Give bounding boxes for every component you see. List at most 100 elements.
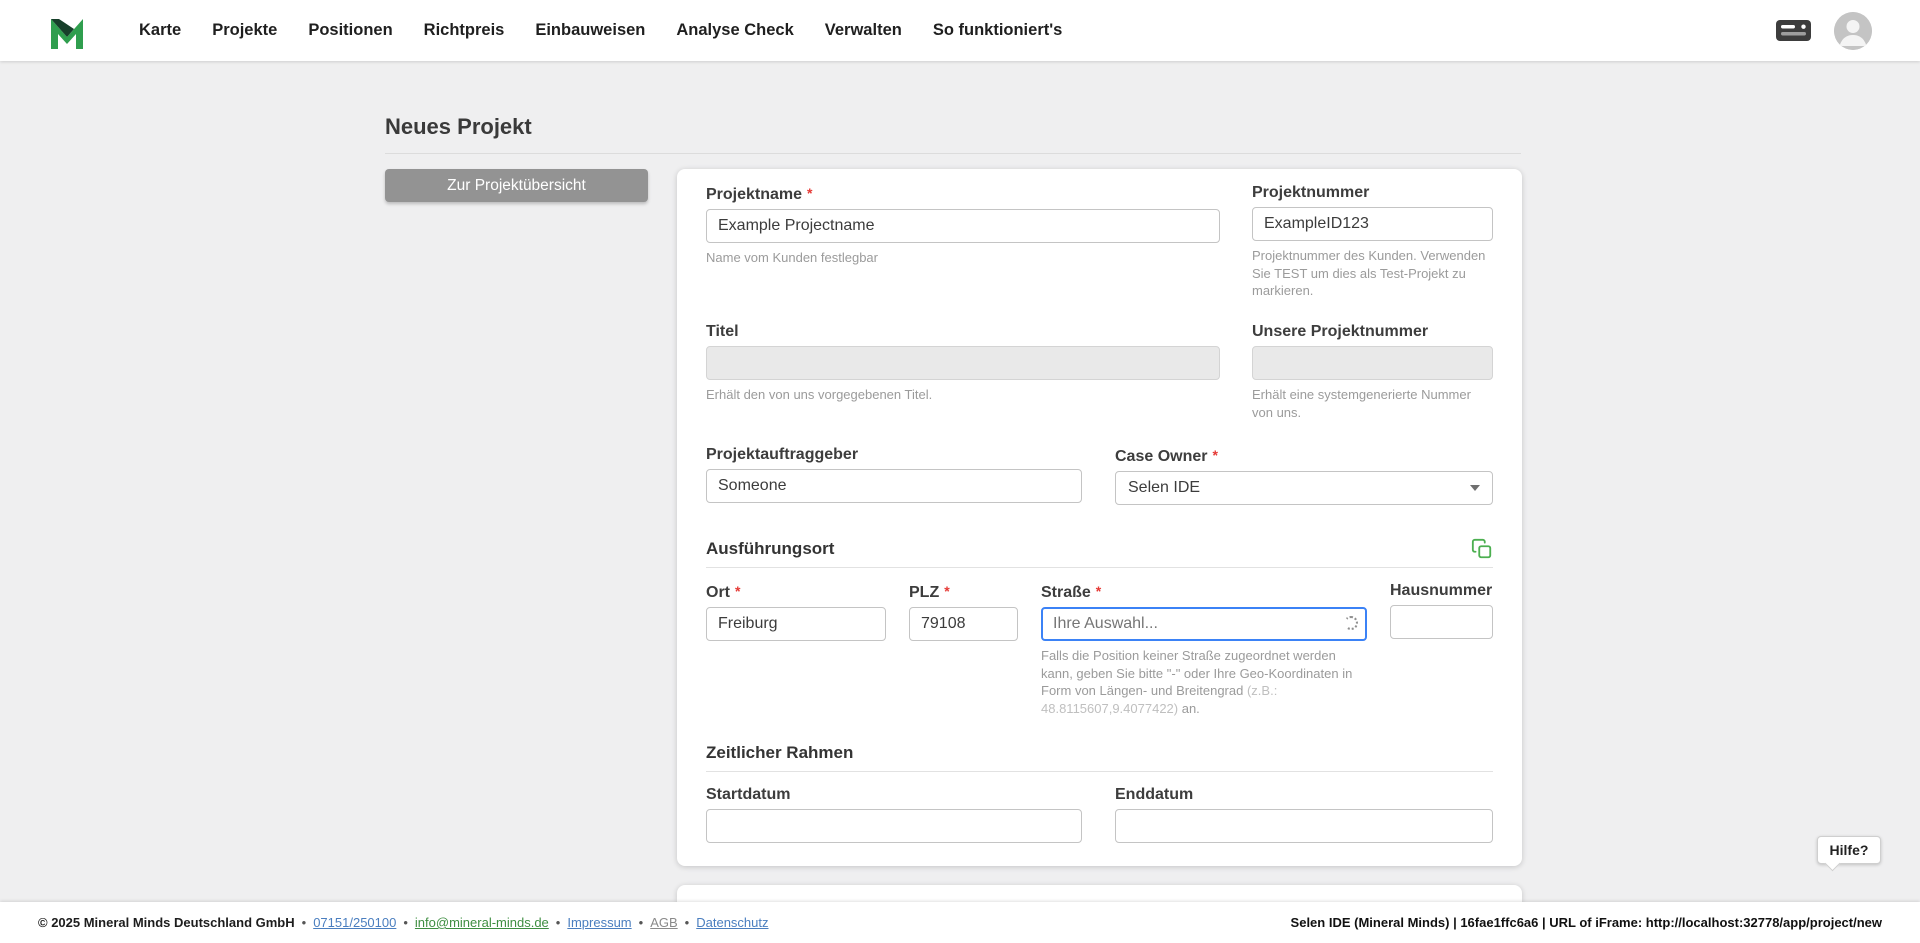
- form-row-titel: Titel Erhält den von uns vorgegebenen Ti…: [706, 323, 1493, 446]
- strasse-input-wrap: [1041, 607, 1367, 641]
- projektname-field: Projektname* Name vom Kunden festlegbar: [706, 184, 1220, 267]
- copyright-text: © 2025 Mineral Minds Deutschland GmbH: [38, 915, 295, 930]
- logo-m-icon: [47, 10, 87, 52]
- nav-item-analyse-check[interactable]: Analyse Check: [676, 21, 793, 40]
- projektauftraggeber-input[interactable]: [706, 469, 1082, 503]
- nav-item-projekte[interactable]: Projekte: [212, 21, 277, 40]
- plz-field: PLZ *: [909, 582, 1018, 641]
- top-nav-bar: Karte Projekte Positionen Richtpreis Ein…: [0, 0, 1920, 61]
- required-marker: *: [944, 583, 949, 599]
- plz-input[interactable]: [909, 607, 1018, 641]
- case-owner-selected-value: Selen IDE: [1128, 479, 1200, 497]
- titel-helper: Erhält den von uns vorgegebenen Titel.: [706, 386, 1220, 404]
- projektname-label: Projektname*: [706, 184, 1220, 204]
- title-divider: [385, 153, 1521, 154]
- strasse-field: Straße * Falls die Position keiner Straße…: [1041, 582, 1367, 718]
- required-marker: *: [735, 583, 740, 599]
- unsere-projektnummer-field: Unsere Projektnummer Erhält eine systemg…: [1252, 323, 1493, 421]
- required-marker: *: [1212, 447, 1217, 463]
- footer-separator: •: [302, 915, 307, 930]
- startdatum-field: Startdatum: [706, 786, 1082, 843]
- plz-label-text: PLZ: [909, 584, 939, 601]
- unsere-projektnummer-helper: Erhält eine systemgenerierte Nummer von …: [1252, 386, 1493, 421]
- nav-item-so-funktionierts[interactable]: So funktioniert's: [933, 21, 1063, 40]
- form-row-address: Ort* PLZ * Straße * Falls die Position kei…: [706, 582, 1493, 742]
- case-owner-field: Case Owner * Selen IDE: [1115, 446, 1493, 505]
- titel-label-text: Titel: [706, 323, 739, 340]
- mineral-minds-logo[interactable]: [47, 10, 87, 52]
- titel-field: Titel Erhält den von uns vorgegebenen Ti…: [706, 323, 1220, 404]
- strasse-label-text: Straße: [1041, 584, 1091, 601]
- footer-separator: •: [685, 915, 690, 930]
- enddatum-label-text: Enddatum: [1115, 786, 1193, 803]
- loading-spinner-icon: [1344, 616, 1358, 630]
- footer-separator: •: [403, 915, 408, 930]
- ort-field: Ort*: [706, 582, 886, 641]
- projektname-input[interactable]: [706, 209, 1220, 243]
- enddatum-input[interactable]: [1115, 809, 1493, 843]
- ausfuehrungsort-section-header: Ausführungsort: [706, 538, 1493, 582]
- copy-location-button[interactable]: [1471, 538, 1493, 560]
- case-owner-select[interactable]: Selen IDE: [1115, 471, 1493, 505]
- projektnummer-helper: Projektnummer des Kunden. Verwenden Sie …: [1252, 247, 1493, 300]
- chevron-down-icon: [1470, 485, 1480, 491]
- back-to-project-overview-button[interactable]: Zur Projektübersicht: [385, 169, 648, 202]
- nav-item-positionen[interactable]: Positionen: [308, 21, 392, 40]
- strasse-input[interactable]: [1041, 607, 1367, 641]
- help-button[interactable]: Hilfe?: [1817, 836, 1881, 864]
- nav-item-einbauweisen[interactable]: Einbauweisen: [535, 21, 645, 40]
- main-nav: Karte Projekte Positionen Richtpreis Ein…: [139, 21, 1062, 40]
- ort-input[interactable]: [706, 607, 886, 641]
- session-user: Selen IDE: [1291, 915, 1351, 930]
- session-info: Selen IDE (Mineral Minds) | 16fae1ffc6a6…: [1291, 915, 1882, 930]
- person-icon: [1834, 12, 1872, 50]
- titel-input: [706, 346, 1220, 380]
- datenschutz-link[interactable]: Datenschutz: [696, 915, 768, 930]
- hausnummer-label-text: Hausnummer: [1390, 582, 1492, 599]
- footer-separator: •: [639, 915, 644, 930]
- hausnummer-label: Hausnummer: [1390, 582, 1493, 600]
- footer-separator: •: [556, 915, 561, 930]
- form-row-owner: Projektauftraggeber Case Owner * Selen ID…: [706, 446, 1493, 538]
- session-details: (Mineral Minds) | 16fae1ffc6a6 | URL of …: [1351, 915, 1882, 930]
- startdatum-input[interactable]: [706, 809, 1082, 843]
- projektauftraggeber-label: Projektauftraggeber: [706, 446, 1082, 464]
- nav-item-karte[interactable]: Karte: [139, 21, 181, 40]
- unsere-projektnummer-label-text: Unsere Projektnummer: [1252, 323, 1428, 340]
- phone-link[interactable]: 07151/250100: [313, 915, 396, 930]
- section-divider: [706, 771, 1493, 772]
- projektnummer-label: Projektnummer: [1252, 184, 1493, 202]
- strasse-helper: Falls die Position keiner Straße zugeord…: [1041, 647, 1367, 718]
- enddatum-field: Enddatum: [1115, 786, 1493, 843]
- unsere-projektnummer-label: Unsere Projektnummer: [1252, 323, 1493, 341]
- form-row-dates: Startdatum Enddatum: [706, 786, 1493, 843]
- device-terminal-icon[interactable]: [1775, 17, 1812, 44]
- strasse-helper-main: Falls die Position keiner Straße zugeord…: [1041, 648, 1352, 698]
- user-avatar[interactable]: [1834, 12, 1872, 50]
- email-link[interactable]: info@mineral-minds.de: [415, 915, 549, 930]
- required-marker: *: [807, 185, 812, 201]
- section-divider: [706, 567, 1493, 568]
- footer-bar: © 2025 Mineral Minds Deutschland GmbH • …: [0, 902, 1920, 943]
- ort-label: Ort*: [706, 582, 886, 602]
- projektnummer-input[interactable]: [1252, 207, 1493, 241]
- hausnummer-input[interactable]: [1390, 605, 1493, 639]
- footer-links: © 2025 Mineral Minds Deutschland GmbH • …: [38, 915, 769, 930]
- projektnummer-label-text: Projektnummer: [1252, 184, 1369, 201]
- case-owner-label: Case Owner *: [1115, 446, 1493, 466]
- nav-item-verwalten[interactable]: Verwalten: [825, 21, 902, 40]
- impressum-link[interactable]: Impressum: [567, 915, 631, 930]
- strasse-helper-suffix: an.: [1178, 701, 1200, 716]
- form-row-name-number: Projektname* Name vom Kunden festlegbar …: [706, 184, 1493, 323]
- projektauftraggeber-label-text: Projektauftraggeber: [706, 446, 858, 463]
- case-owner-label-text: Case Owner: [1115, 448, 1207, 465]
- nav-item-richtpreis[interactable]: Richtpreis: [424, 21, 505, 40]
- copy-icon: [1471, 538, 1493, 560]
- enddatum-label: Enddatum: [1115, 786, 1493, 804]
- agb-link[interactable]: AGB: [650, 915, 677, 930]
- new-project-form-card: Projektname* Name vom Kunden festlegbar …: [677, 169, 1522, 866]
- strasse-label: Straße *: [1041, 582, 1367, 602]
- projektname-helper: Name vom Kunden festlegbar: [706, 249, 1220, 267]
- required-marker: *: [1096, 583, 1101, 599]
- zeitlicher-rahmen-section-header: Zeitlicher Rahmen: [706, 742, 1493, 786]
